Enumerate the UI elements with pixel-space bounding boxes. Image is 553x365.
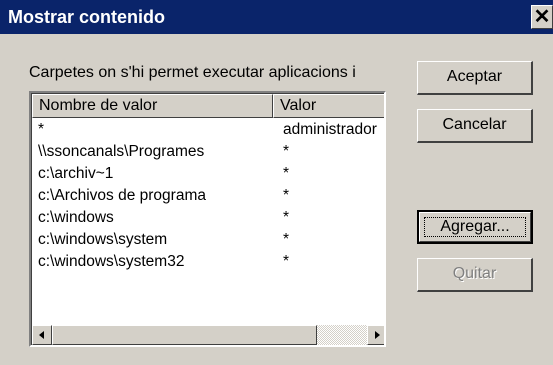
item-value: * [283,231,290,248]
item-value: * [283,165,290,182]
remove-button: Quitar [417,258,533,292]
values-list[interactable]: Nombre de valor Valor * administrador \\… [29,91,386,347]
cancel-button-label: Cancelar [442,116,507,133]
item-value: * [283,253,290,270]
item-value: * [283,187,290,204]
column-header-value[interactable]: Valor [273,94,384,118]
item-name: * [38,121,45,138]
column-header-name[interactable]: Nombre de valor [32,94,273,118]
horizontal-scrollbar[interactable] [32,325,384,345]
cancel-button[interactable]: Cancelar [417,109,533,143]
scrollbar-thumb[interactable] [52,325,317,345]
scroll-right-button[interactable] [367,325,384,345]
item-value: * [283,209,290,226]
show-contents-dialog: Mostrar contenido ✕ Carpetes on s'hi per… [0,0,553,365]
accept-button-label: Aceptar [446,68,503,85]
item-value: administrador [283,121,377,138]
item-name: c:\windows\system32 [38,253,185,270]
title-bar[interactable]: Mostrar contenido ✕ [0,0,553,34]
list-header: Nombre de valor Valor [32,94,384,118]
remove-button-label: Quitar [452,265,497,282]
arrow-left-icon [39,331,44,339]
item-name: c:\archiv~1 [38,165,114,182]
list-caption: Carpetes on s'hi permet executar aplicac… [29,64,356,81]
add-button[interactable]: Agregar... [417,210,533,244]
close-button[interactable]: ✕ [531,5,553,29]
item-name: c:\windows\system [38,231,168,248]
window-title: Mostrar contenido [8,7,166,27]
add-button-label: Agregar... [440,218,510,235]
item-name: \\ssoncanals\Programes [38,143,205,160]
close-icon: ✕ [533,6,551,28]
item-name: c:\Archivos de programa [38,187,206,204]
arrow-right-icon [375,331,380,339]
scroll-left-button[interactable] [32,325,52,345]
item-name: c:\windows [38,209,114,226]
accept-button[interactable]: Aceptar [417,61,533,95]
item-value: * [283,143,290,160]
